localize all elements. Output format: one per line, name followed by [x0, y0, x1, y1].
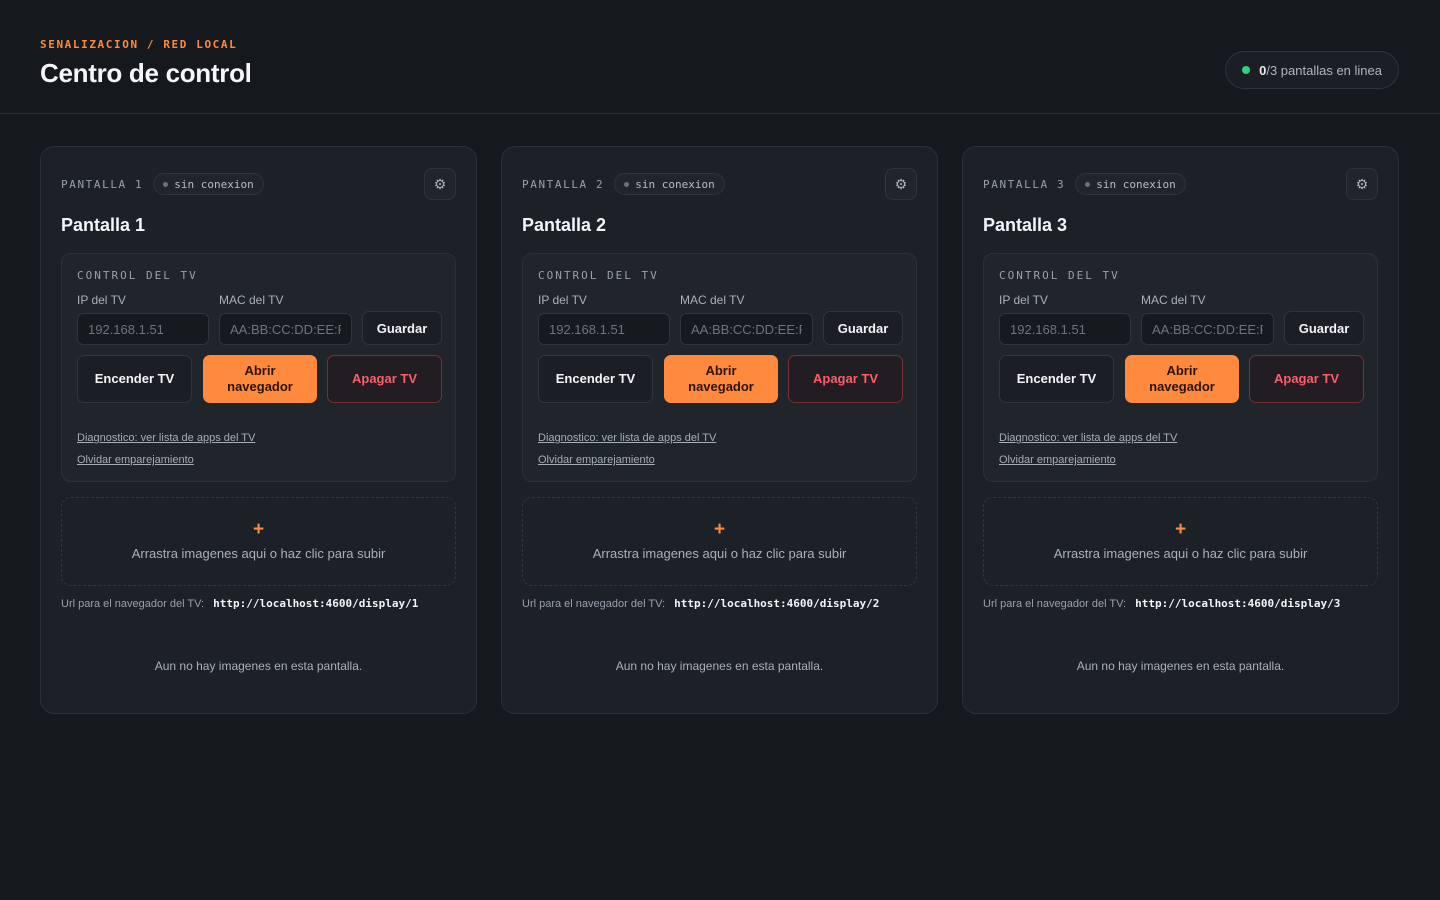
ip-label: IP del TV	[999, 293, 1048, 307]
image-dropzone[interactable]: + Arrastra imagenes aqui o haz clic para…	[61, 497, 456, 586]
dropzone-text: Arrastra imagenes aqui o haz clic para s…	[592, 546, 847, 561]
tv-control-panel: CONTROL DEL TV IP del TV MAC del TV Guar…	[61, 253, 456, 482]
empty-state-text: Aun no hay imagenes en esta pantalla.	[154, 659, 363, 673]
screen-title: Pantalla 3	[983, 215, 1068, 235]
ip-input[interactable]	[538, 313, 670, 345]
tv-control-panel: CONTROL DEL TV IP del TV MAC del TV Guar…	[983, 253, 1378, 482]
panel-label: CONTROL DEL TV	[77, 269, 198, 282]
tv-control-panel: CONTROL DEL TV IP del TV MAC del TV Guar…	[522, 253, 917, 482]
panel-label: CONTROL DEL TV	[538, 269, 659, 282]
url-label: Url para el navegador del TV:	[61, 597, 205, 610]
empty-state-text: Aun no hay imagenes en esta pantalla.	[1076, 659, 1285, 673]
display-url-row: Url para el navegador del TV: http://loc…	[983, 597, 1340, 610]
online-total: /3 pantallas en linea	[1266, 62, 1382, 78]
forget-pairing-link[interactable]: Olvidar emparejamiento	[77, 454, 194, 466]
url-value[interactable]: http://localhost:4600/display/2	[674, 597, 879, 610]
online-status-pill: 0/3 pantallas en linea	[1225, 51, 1399, 89]
ip-input[interactable]	[999, 313, 1131, 345]
status-dot-icon	[163, 181, 169, 187]
mac-input[interactable]	[219, 313, 352, 345]
open-browser-button[interactable]: Abrir navegador	[664, 355, 778, 403]
dropzone-text: Arrastra imagenes aqui o haz clic para s…	[1053, 546, 1308, 561]
save-button[interactable]: Guardar	[1284, 311, 1364, 345]
online-dot-icon	[1242, 66, 1251, 74]
power-off-button[interactable]: Apagar TV	[1249, 355, 1364, 403]
ip-label: IP del TV	[77, 293, 126, 307]
card-header: PANTALLA 2 sin conexion ⚙	[522, 168, 917, 200]
status-text: sin conexion	[1096, 177, 1176, 191]
display-url-row: Url para el navegador del TV: http://loc…	[61, 597, 418, 610]
status-text: sin conexion	[174, 177, 254, 191]
panel-label: CONTROL DEL TV	[999, 269, 1120, 282]
url-label: Url para el navegador del TV:	[983, 597, 1127, 610]
screen-card-1: PANTALLA 1 sin conexion ⚙ Pantalla 1 CON…	[40, 146, 477, 714]
open-browser-button[interactable]: Abrir navegador	[203, 355, 317, 403]
save-button[interactable]: Guardar	[362, 311, 442, 345]
screen-code: PANTALLA 1	[61, 177, 144, 191]
url-value[interactable]: http://localhost:4600/display/3	[1135, 597, 1340, 610]
image-dropzone[interactable]: + Arrastra imagenes aqui o haz clic para…	[522, 497, 917, 586]
screen-card-3: PANTALLA 3 sin conexion ⚙ Pantalla 3 CON…	[962, 146, 1399, 714]
status-dot-icon	[624, 181, 630, 187]
mac-input[interactable]	[1141, 313, 1274, 345]
screen-cards: PANTALLA 1 sin conexion ⚙ Pantalla 1 CON…	[40, 146, 1399, 714]
settings-button[interactable]: ⚙	[424, 168, 456, 200]
mac-label: MAC del TV	[219, 293, 284, 307]
save-button[interactable]: Guardar	[823, 311, 903, 345]
settings-button[interactable]: ⚙	[885, 168, 917, 200]
plus-icon: +	[1174, 519, 1187, 540]
ip-input[interactable]	[77, 313, 209, 345]
online-status-text: 0/3 pantallas en linea	[1259, 63, 1382, 78]
ip-label: IP del TV	[538, 293, 587, 307]
diagnostic-link[interactable]: Diagnostico: ver lista de apps del TV	[77, 432, 255, 444]
status-badge: sin conexion	[153, 173, 264, 195]
plus-icon: +	[252, 519, 265, 540]
screen-card-2: PANTALLA 2 sin conexion ⚙ Pantalla 2 CON…	[501, 146, 938, 714]
gear-icon: ⚙	[1355, 175, 1369, 192]
screen-title: Pantalla 2	[522, 215, 607, 235]
status-badge: sin conexion	[1075, 173, 1186, 195]
power-off-button[interactable]: Apagar TV	[788, 355, 903, 403]
power-on-button[interactable]: Encender TV	[999, 355, 1114, 403]
screen-title: Pantalla 1	[61, 215, 146, 235]
diagnostic-link[interactable]: Diagnostico: ver lista de apps del TV	[999, 432, 1177, 444]
mac-input[interactable]	[680, 313, 813, 345]
breadcrumb: SENALIZACION / RED LOCAL	[40, 38, 238, 51]
status-badge: sin conexion	[614, 173, 725, 195]
mac-label: MAC del TV	[1141, 293, 1206, 307]
dropzone-text: Arrastra imagenes aqui o haz clic para s…	[131, 546, 386, 561]
screen-code: PANTALLA 3	[983, 177, 1066, 191]
status-dot-icon	[1085, 181, 1091, 187]
power-off-button[interactable]: Apagar TV	[327, 355, 442, 403]
image-dropzone[interactable]: + Arrastra imagenes aqui o haz clic para…	[983, 497, 1378, 586]
settings-button[interactable]: ⚙	[1346, 168, 1378, 200]
gear-icon: ⚙	[894, 175, 908, 192]
power-on-button[interactable]: Encender TV	[538, 355, 653, 403]
card-header: PANTALLA 3 sin conexion ⚙	[983, 168, 1378, 200]
url-label: Url para el navegador del TV:	[522, 597, 666, 610]
url-value[interactable]: http://localhost:4600/display/1	[213, 597, 418, 610]
status-text: sin conexion	[635, 177, 715, 191]
gear-icon: ⚙	[433, 175, 447, 192]
display-url-row: Url para el navegador del TV: http://loc…	[522, 597, 879, 610]
power-on-button[interactable]: Encender TV	[77, 355, 192, 403]
forget-pairing-link[interactable]: Olvidar emparejamiento	[538, 454, 655, 466]
empty-state-text: Aun no hay imagenes en esta pantalla.	[615, 659, 824, 673]
open-browser-button[interactable]: Abrir navegador	[1125, 355, 1239, 403]
top-bar: SENALIZACION / RED LOCAL Centro de contr…	[0, 0, 1440, 114]
page-title: Centro de control	[40, 58, 252, 88]
plus-icon: +	[713, 519, 726, 540]
mac-label: MAC del TV	[680, 293, 745, 307]
diagnostic-link[interactable]: Diagnostico: ver lista de apps del TV	[538, 432, 716, 444]
screen-code: PANTALLA 2	[522, 177, 605, 191]
forget-pairing-link[interactable]: Olvidar emparejamiento	[999, 454, 1116, 466]
card-header: PANTALLA 1 sin conexion ⚙	[61, 168, 456, 200]
